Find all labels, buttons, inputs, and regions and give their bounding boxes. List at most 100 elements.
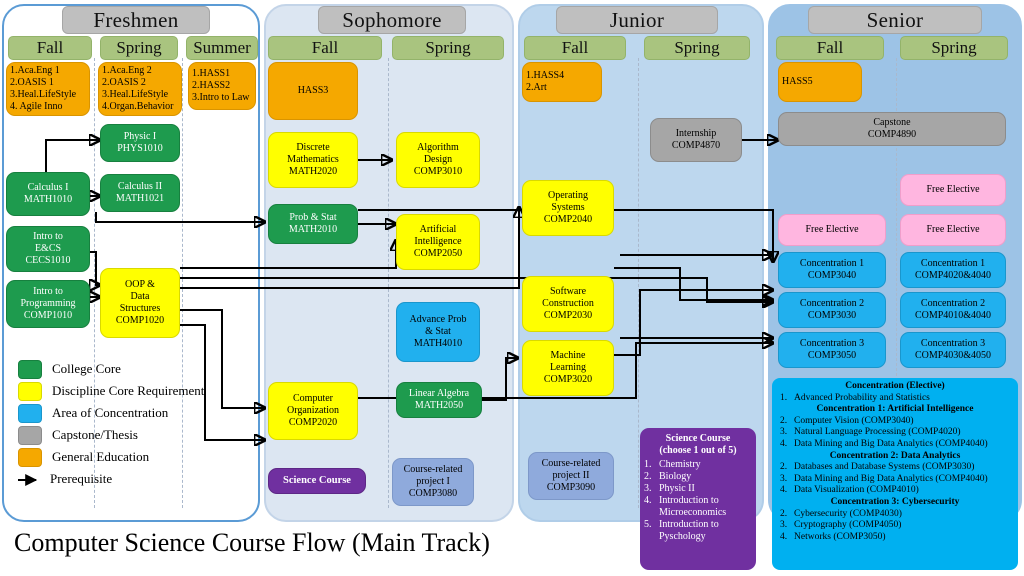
line: Prob & Stat [289, 212, 337, 223]
term-chip-freshmen-summer: Summer [186, 36, 258, 60]
course-box-science-course[interactable]: Science Course [268, 468, 366, 494]
course-box-freshmen-fall-gened[interactable]: 1.Aca.Eng 1 2.OASIS 1 3.Heal.LifeStyle 4… [6, 62, 90, 116]
line: Machine [550, 350, 586, 361]
course-box-concentration-3-spring[interactable]: Concentration 3 COMP4030&4050 [900, 332, 1006, 368]
line: Internship [675, 128, 717, 139]
legend-label: Discipline Core Requirement [52, 383, 205, 398]
course-box-operating-systems[interactable]: Operating Systems COMP2040 [522, 180, 614, 236]
line: project I [416, 476, 450, 487]
term-chip-senior-spring: Spring [900, 36, 1008, 60]
concentration-elective-panel[interactable]: Concentration (Elective) 1. Advanced Pro… [772, 378, 1018, 570]
course-box-freshmen-spring-gened[interactable]: 1.Aca.Eng 2 2.OASIS 2 3.Heal.LifeStyle 4… [98, 62, 182, 116]
line: 3.Intro to Law [192, 92, 250, 103]
line: CECS1010 [25, 255, 71, 266]
list-item-text: Data Mining and Big Data Analytics (COMP… [794, 438, 988, 449]
course-box-software-construction[interactable]: Software Construction COMP2030 [522, 276, 614, 332]
science-panel-list: 1. Chemistry 2. Biology 3. Physic II 4. … [644, 459, 752, 543]
legend-swatch-discipline-core [18, 381, 42, 401]
list-item-number: 2. [780, 462, 788, 473]
course-box-hass5[interactable]: HASS5 [778, 62, 862, 102]
course-box-hass3[interactable]: HASS3 [268, 62, 358, 120]
course-box-project-2[interactable]: Course-related project II COMP3090 [528, 452, 614, 500]
course-box-concentration-3-fall[interactable]: Concentration 3 COMP3050 [778, 332, 886, 368]
course-box-concentration-2-fall[interactable]: Concentration 2 COMP3030 [778, 292, 886, 328]
course-box-linear-algebra[interactable]: Linear Algebra MATH2050 [396, 382, 482, 418]
course-box-freshmen-summer-gened[interactable]: 1.HASS1 2.HASS2 3.Intro to Law [188, 62, 256, 110]
legend-label: Prerequisite [50, 471, 113, 486]
line: Intro to [33, 231, 63, 242]
course-box-computer-organization[interactable]: Computer Organization COMP2020 [268, 382, 358, 440]
line: COMP1010 [23, 310, 73, 321]
line: MATH2010 [288, 224, 338, 235]
course-box-intro-to-ecs[interactable]: Intro to E&CS CECS1010 [6, 226, 90, 272]
divider-junior [638, 58, 639, 508]
course-box-capstone[interactable]: Capstone COMP4890 [778, 112, 1006, 146]
course-box-discrete-mathematics[interactable]: Discrete Mathematics MATH2020 [268, 132, 358, 188]
course-box-algorithm-design[interactable]: Algorithm Design COMP3010 [396, 132, 480, 188]
line: 1.HASS4 [526, 70, 565, 81]
line: MATH2050 [414, 400, 464, 411]
course-box-machine-learning[interactable]: Machine Learning COMP3020 [522, 340, 614, 396]
list-item-text: Chemistry [659, 459, 701, 470]
list-item: 1. Chemistry [644, 459, 752, 471]
list-item-number: 2. [644, 471, 652, 482]
line: 1.HASS1 [192, 68, 231, 79]
line: COMP3040 [807, 270, 857, 281]
line: MATH1010 [23, 194, 73, 205]
course-box-prob-and-stat[interactable]: Prob & Stat MATH2010 [268, 204, 358, 244]
course-box-oop-data-structures[interactable]: OOP & Data Structures COMP1020 [100, 268, 180, 338]
course-box-calculus-1[interactable]: Calculus I MATH1010 [6, 172, 90, 216]
line: Calculus II [117, 181, 163, 192]
term-chip-sophomore-spring: Spring [392, 36, 504, 60]
list-item-number: 2. [780, 508, 788, 519]
course-box-intro-to-programming[interactable]: Intro to Programming COMP1010 [6, 280, 90, 328]
course-box-free-elective-fall[interactable]: Free Elective [778, 214, 886, 246]
line: Programming [20, 298, 76, 309]
legend-item-general-education: General Education [18, 446, 250, 468]
course-flow-diagram: Freshmen Sophomore Junior Senior Fall Sp… [0, 0, 1024, 576]
course-box-advance-prob-and-stat[interactable]: Advance Prob & Stat MATH4010 [396, 302, 480, 362]
course-box-concentration-2-spring[interactable]: Concentration 2 COMP4010&4040 [900, 292, 1006, 328]
course-box-physic-1[interactable]: Physic I PHYS1010 [100, 124, 180, 162]
course-box-free-elective-spring-1[interactable]: Free Elective [900, 174, 1006, 206]
line: project II [552, 470, 590, 481]
line: COMP3020 [543, 374, 593, 385]
course-box-free-elective-spring-2[interactable]: Free Elective [900, 214, 1006, 246]
line: 3.Heal.LifeStyle [102, 89, 169, 100]
line: Algorithm [417, 142, 459, 153]
course-box-internship[interactable]: Internship COMP4870 [650, 118, 742, 162]
course-box-calculus-2[interactable]: Calculus II MATH1021 [100, 174, 180, 212]
line: COMP4890 [867, 129, 917, 140]
line: Concentration 3 [799, 338, 865, 349]
legend-swatch-area-of-concentration [18, 403, 42, 423]
line: Free Elective [926, 224, 980, 235]
year-title-senior: Senior [808, 6, 982, 34]
list-item-number: 4. [780, 438, 788, 449]
term-chip-senior-fall: Fall [776, 36, 884, 60]
list-item-text: Computer Vision (COMP3040) [794, 415, 914, 426]
list-item-text: Advanced Probability and Statistics [794, 392, 930, 403]
list-item-text: Physic II [659, 483, 695, 494]
concentration-panel-heading: Concentration (Elective) [845, 381, 945, 391]
year-title-junior: Junior [556, 6, 718, 34]
line: Intelligence [414, 236, 462, 247]
list-item-number: 3. [780, 427, 788, 438]
line: Course-related [541, 458, 601, 469]
line: COMP3030 [807, 310, 857, 321]
concentration-group-heading-2: Concentration 2: Data Analytics [829, 450, 961, 461]
list-item-number: 3. [780, 473, 788, 484]
line: Physic I [123, 131, 157, 142]
course-box-project-1[interactable]: Course-related project I COMP3080 [392, 458, 474, 506]
course-box-junior-fall-gened[interactable]: 1.HASS4 2.Art [522, 62, 602, 102]
science-course-panel[interactable]: Science Course (choose 1 out of 5) 1. Ch… [640, 428, 756, 570]
list-item: 2. Cybersecurity (COMP4030) [776, 509, 1014, 521]
term-chip-junior-fall: Fall [524, 36, 626, 60]
course-box-artificial-intelligence[interactable]: Artificial Intelligence COMP2050 [396, 214, 480, 270]
course-box-concentration-1-spring[interactable]: Concentration 1 COMP4020&4040 [900, 252, 1006, 288]
list-item-number: 4. [644, 495, 652, 506]
line: Concentration 2 [799, 298, 865, 309]
line: MATH4010 [413, 338, 463, 349]
course-box-concentration-1-fall[interactable]: Concentration 1 COMP3040 [778, 252, 886, 288]
line: 1.Aca.Eng 2 [102, 65, 152, 76]
list-item: 4. Introduction to Microeconomics [644, 495, 752, 519]
